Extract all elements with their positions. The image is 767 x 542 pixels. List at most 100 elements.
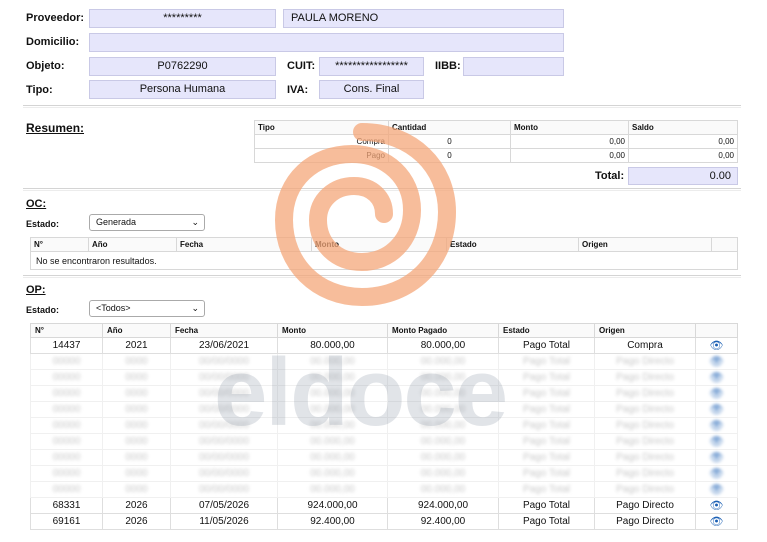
table-row: 00000 0000 00/00/0000 00.000,00 00.000,00 Pag… bbox=[30, 353, 738, 370]
cell: Pago bbox=[254, 148, 389, 163]
cell-n: 68331 bbox=[30, 497, 103, 514]
eye-icon: 👁 bbox=[709, 500, 724, 512]
view-button[interactable]: 👁 bbox=[695, 513, 738, 530]
cell-n: 69161 bbox=[30, 513, 103, 530]
op-table: N° Año Fecha Monto Monto Pagado Estado O… bbox=[30, 323, 738, 530]
resumen-title: Resumen: bbox=[26, 121, 85, 135]
cell: 0,00 bbox=[628, 148, 738, 163]
oc-estado-select[interactable]: Generada ⌄ bbox=[89, 214, 205, 231]
table-row: Compra 0 0,00 0,00 bbox=[254, 134, 738, 149]
col-header: Estado bbox=[446, 237, 579, 252]
cell-monto: 92.400,00 bbox=[277, 513, 388, 530]
eye-icon: 👁 bbox=[709, 404, 724, 416]
eye-icon: 👁 bbox=[709, 388, 724, 400]
cell: 0 bbox=[388, 148, 511, 163]
col-header: Fecha bbox=[170, 323, 278, 338]
col-header: Estado bbox=[498, 323, 595, 338]
op-estado-select[interactable]: <Todos> ⌄ bbox=[89, 300, 205, 317]
eye-icon: 👁 bbox=[709, 420, 724, 432]
col-header: Monto bbox=[510, 120, 629, 135]
proveedor-label: Proveedor: bbox=[26, 12, 85, 24]
proveedor-name-field[interactable]: PAULA MORENO bbox=[283, 9, 564, 28]
eye-icon: 👁 bbox=[709, 452, 724, 464]
col-header bbox=[695, 323, 738, 338]
op-estado-label: Estado: bbox=[26, 305, 60, 315]
view-button[interactable]: 👁 bbox=[695, 337, 738, 354]
oc-title: OC: bbox=[26, 198, 47, 210]
cell: 0,00 bbox=[510, 134, 629, 149]
objeto-label: Objeto: bbox=[26, 60, 65, 72]
cell-pagado: 92.400,00 bbox=[387, 513, 499, 530]
col-header: Monto Pagado bbox=[387, 323, 499, 338]
col-header: N° bbox=[30, 323, 103, 338]
table-row: 00000 0000 00/00/0000 00.000,00 00.000,00 Pag… bbox=[30, 481, 738, 498]
iva-field[interactable]: Cons. Final bbox=[319, 80, 424, 99]
cuit-label: CUIT: bbox=[287, 60, 316, 72]
cell: 0,00 bbox=[510, 148, 629, 163]
chevron-down-icon: ⌄ bbox=[191, 303, 199, 313]
table-row: 14437 2021 23/06/2021 80.000,00 80.000,0… bbox=[30, 337, 738, 354]
table-row: 00000 0000 00/00/0000 00.000,00 00.000,00 Pag… bbox=[30, 465, 738, 482]
divider bbox=[23, 275, 741, 278]
col-header: Año bbox=[88, 237, 177, 252]
eye-icon: 👁 bbox=[709, 468, 724, 480]
cell-anio: 2021 bbox=[102, 337, 171, 354]
eye-icon: 👁 bbox=[709, 372, 724, 384]
cell-anio: 2026 bbox=[102, 513, 171, 530]
col-header: Año bbox=[102, 323, 171, 338]
iva-label: IVA: bbox=[287, 84, 309, 96]
cell-n: 14437 bbox=[30, 337, 103, 354]
eye-icon: 👁 bbox=[709, 356, 724, 368]
cell-fecha: 23/06/2021 bbox=[170, 337, 278, 354]
cell-origen: Compra bbox=[594, 337, 696, 354]
col-header: Tipo bbox=[254, 120, 389, 135]
col-header: Cantidad bbox=[388, 120, 511, 135]
table-row: 68331 2026 07/05/2026 924.000,00 924.000… bbox=[30, 497, 738, 514]
cell-fecha: 11/05/2026 bbox=[170, 513, 278, 530]
objeto-field[interactable]: P0762290 bbox=[89, 57, 276, 76]
cell-anio: 2026 bbox=[102, 497, 171, 514]
tipo-field[interactable]: Persona Humana bbox=[89, 80, 276, 99]
cell: 0,00 bbox=[628, 134, 738, 149]
op-title: OP: bbox=[26, 284, 46, 296]
view-button[interactable]: 👁 bbox=[695, 497, 738, 514]
oc-table: N° Año Fecha Monto Estado Origen No se e… bbox=[30, 237, 738, 270]
cell-estado: Pago Total bbox=[498, 497, 595, 514]
iibb-label: IIBB: bbox=[435, 60, 461, 72]
col-header: Origen bbox=[594, 323, 696, 338]
cell-origen: Pago Directo bbox=[594, 497, 696, 514]
resumen-table: Tipo Cantidad Monto Saldo Compra 0 0,00 … bbox=[254, 120, 738, 163]
col-header bbox=[711, 237, 738, 252]
cuit-field[interactable]: ***************** bbox=[319, 57, 424, 76]
tipo-label: Tipo: bbox=[26, 84, 53, 96]
cell-pagado: 924.000,00 bbox=[387, 497, 499, 514]
chevron-down-icon: ⌄ bbox=[191, 217, 199, 227]
table-row: 00000 0000 00/00/0000 00.000,00 00.000,00 Pag… bbox=[30, 433, 738, 450]
col-header: Fecha bbox=[176, 237, 312, 252]
proveedor-code-field[interactable]: ********* bbox=[89, 9, 276, 28]
iibb-field[interactable] bbox=[463, 57, 564, 76]
op-estado-value: <Todos> bbox=[96, 303, 131, 313]
domicilio-label: Domicilio: bbox=[26, 36, 80, 48]
cell: 0 bbox=[388, 134, 511, 149]
divider bbox=[23, 188, 741, 191]
oc-estado-value: Generada bbox=[96, 217, 137, 227]
col-header: N° bbox=[30, 237, 89, 252]
cell-estado: Pago Total bbox=[498, 513, 595, 530]
table-row: 00000 0000 00/00/0000 00.000,00 00.000,00 Pag… bbox=[30, 401, 738, 418]
cell-fecha: 07/05/2026 bbox=[170, 497, 278, 514]
empty-message: No se encontraron resultados. bbox=[30, 251, 738, 270]
table-row: 69161 2026 11/05/2026 92.400,00 92.400,0… bbox=[30, 513, 738, 530]
cell-monto: 924.000,00 bbox=[277, 497, 388, 514]
col-header: Monto bbox=[277, 323, 388, 338]
table-row: Pago 0 0,00 0,00 bbox=[254, 148, 738, 163]
table-row: 00000 0000 00/00/0000 00.000,00 00.000,00 Pag… bbox=[30, 369, 738, 386]
domicilio-field[interactable] bbox=[89, 33, 564, 52]
table-row: 00000 0000 00/00/0000 00.000,00 00.000,00 Pag… bbox=[30, 385, 738, 402]
table-row: 00000 0000 00/00/0000 00.000,00 00.000,00 Pag… bbox=[30, 417, 738, 434]
table-row: 00000 0000 00/00/0000 00.000,00 00.000,00 Pag… bbox=[30, 449, 738, 466]
cell-origen: Pago Directo bbox=[594, 513, 696, 530]
cell-monto: 80.000,00 bbox=[277, 337, 388, 354]
cell-pagado: 80.000,00 bbox=[387, 337, 499, 354]
total-field: 0.00 bbox=[628, 167, 738, 185]
